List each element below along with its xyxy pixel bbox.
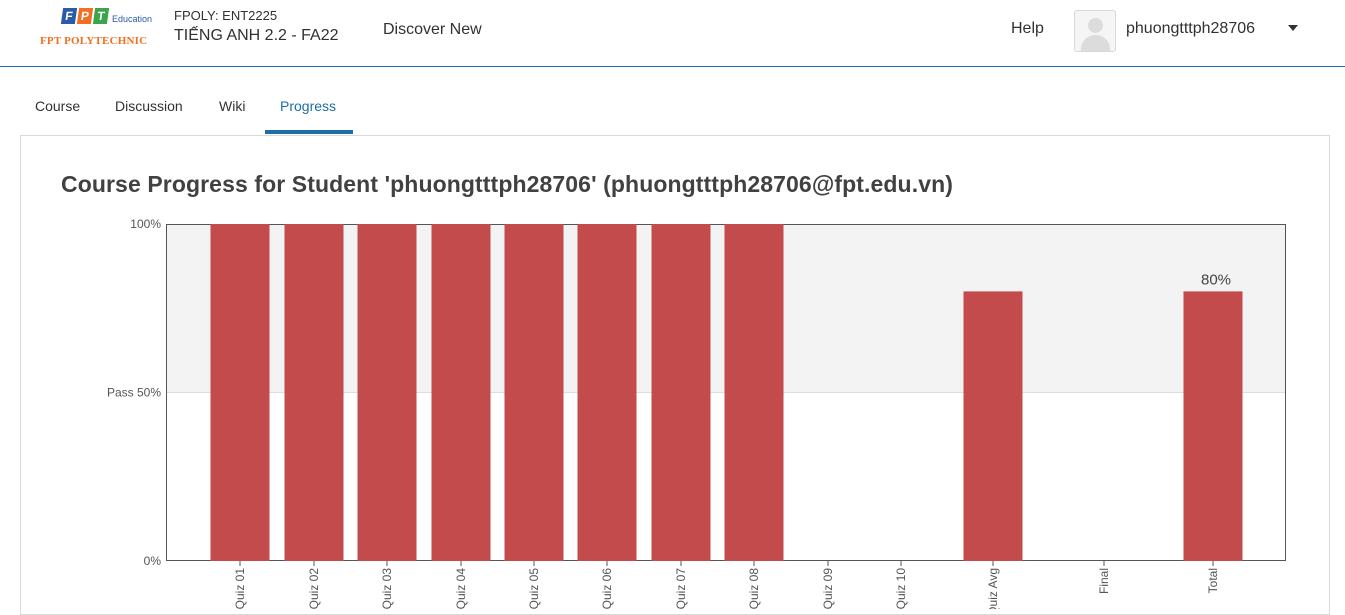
x-tick-label: Final [1097,568,1111,594]
x-tick-label: Quiz 01 [233,568,247,609]
bar-quiz-03 [357,224,417,561]
y-tick-label: 100% [130,217,161,231]
bar-quiz-07 [651,224,711,561]
x-tick-label: Quiz 07 [674,568,688,609]
x-tick-label: Quiz 06 [600,568,614,609]
data-label: 80% [1201,271,1231,288]
x-tick-label: Quiz Avg [986,568,1000,609]
x-tick-label: Quiz 04 [454,568,468,609]
x-tick-label: Quiz 09 [821,568,835,609]
x-tick-label: Quiz 03 [380,568,394,609]
bar-quiz-01 [210,224,270,561]
bar-quiz-04 [431,224,491,561]
bar-quiz-05 [504,224,564,561]
x-tick-label: Quiz 08 [747,568,761,609]
x-tick-label: Quiz 10 [894,568,908,609]
progress-chart: 0% Pass 50% 100% Quiz 01 Quiz 02 Quiz 03 Quiz … [107,217,1286,609]
bar-quiz-06 [577,224,637,561]
bar-quiz-02 [284,224,344,561]
y-tick-label: Pass 50% [107,386,161,400]
x-tick-label: Quiz 02 [307,568,321,609]
bar-quiz-avg [963,291,1023,561]
bar-total [1183,291,1243,561]
x-tick-label: Quiz 05 [527,568,541,609]
y-tick-label: 0% [144,554,162,568]
bar-quiz-08 [724,224,784,561]
x-tick-label: Total [1206,568,1220,593]
